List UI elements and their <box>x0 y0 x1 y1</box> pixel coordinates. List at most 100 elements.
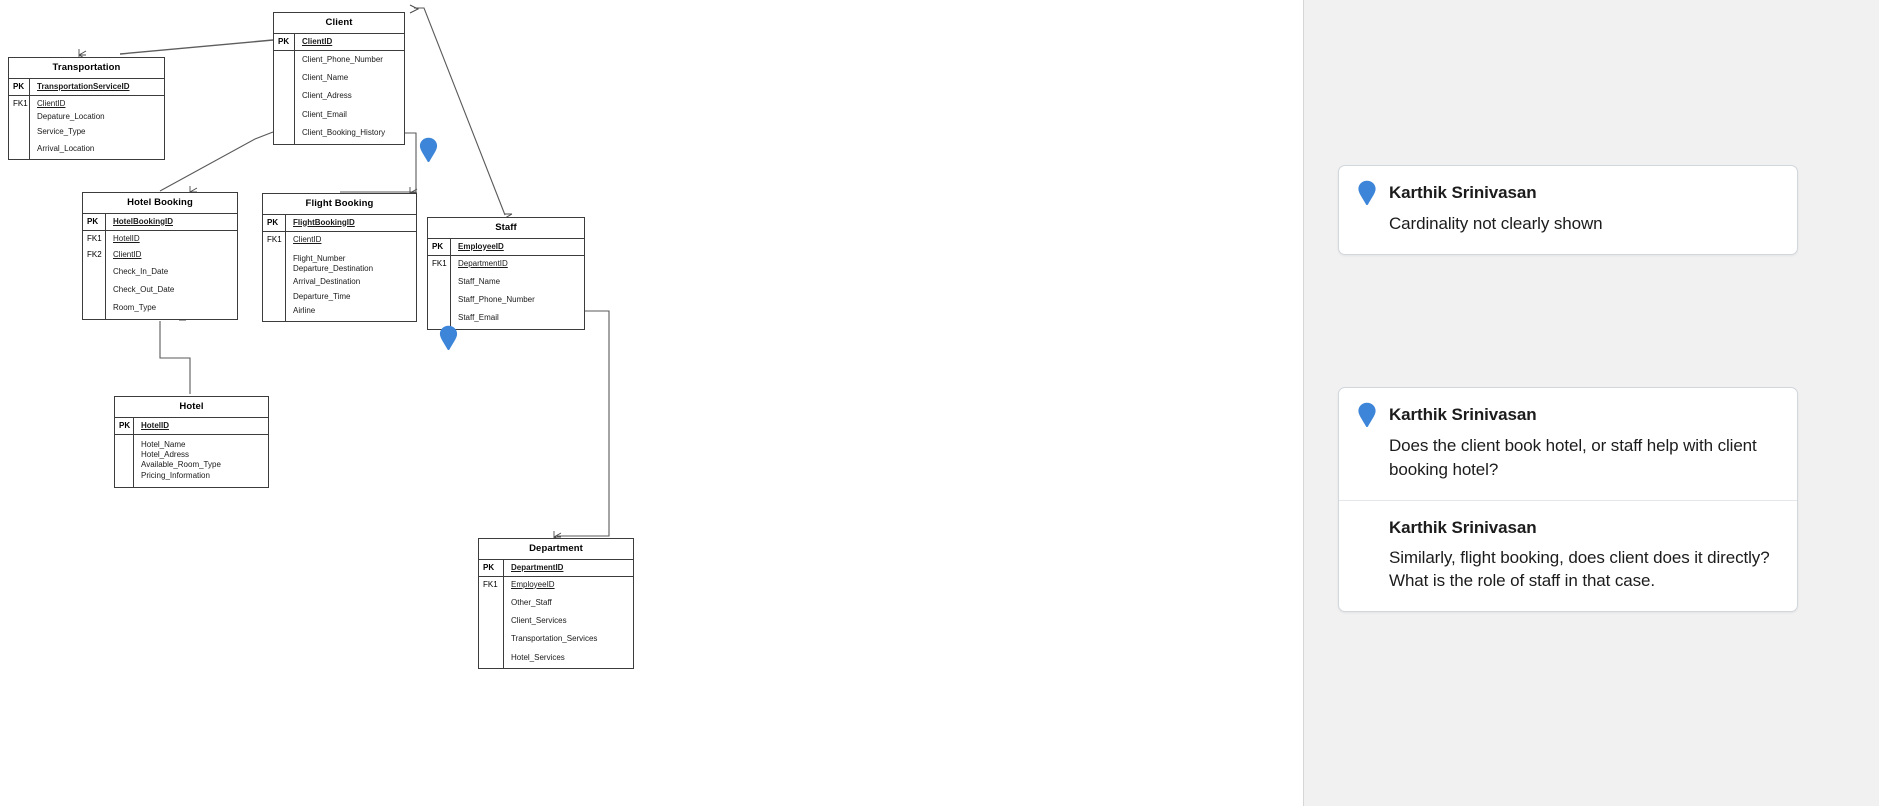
entity-attribute: Hotel_Adress <box>141 449 190 459</box>
entity-title: Transportation <box>9 58 164 79</box>
entity-attribute: Departure_Time <box>293 291 351 301</box>
entity-key-label: PK <box>87 216 99 226</box>
entity-attribute: Client_Booking_History <box>302 128 386 138</box>
entity-attribute: Pricing_Information <box>141 470 210 480</box>
comments-sidebar: Karthik Srinivasan Cardinality not clear… <box>1303 0 1879 806</box>
entity-fk-row: FK1 ClientID Flight_Number Departure_Des… <box>263 231 416 322</box>
entity-pk-field: ClientID <box>302 36 333 46</box>
diagram-canvas[interactable]: Transportation PK TransportationServiceI… <box>0 0 1303 806</box>
entity-key-label-empty <box>274 51 294 67</box>
entity-attribute: Transportation_Services <box>511 634 598 644</box>
comment-text: Similarly, flight booking, does client d… <box>1389 547 1770 591</box>
entity-key-label: FK2 <box>87 249 102 259</box>
entity-pk-field: HotelID <box>141 420 169 430</box>
entity-attribute: Client_Email <box>302 109 347 119</box>
entity-body-section: FK1 EmployeeID Other_Staff Client_Servic… <box>479 576 633 669</box>
entity-pk-row: PK HotelBookingID <box>83 213 237 230</box>
entity-attribute: Check_Out_Date <box>113 284 175 294</box>
entity-attribute: Airline <box>293 306 316 316</box>
entity-pk-section: PK HotelID <box>115 417 268 435</box>
comment-header: Karthik Srinivasan <box>1357 402 1775 428</box>
entity-pk-field: HotelBookingID <box>113 216 173 226</box>
entity-key-label: FK1 <box>483 579 498 589</box>
entity-pk-section: PK TransportationServiceID <box>9 78 164 96</box>
entity-fk-row: FK1 EmployeeID Other_Staff Client_Servic… <box>479 576 633 669</box>
entity-pk-row: PK ClientID <box>274 33 404 50</box>
comment-card[interactable]: Karthik Srinivasan Cardinality not clear… <box>1338 165 1798 255</box>
entity-attribute: Arrival_Destination <box>293 277 361 287</box>
entity-key-label: FK1 <box>267 234 282 244</box>
entity-attribute: Hotel_Name <box>141 439 186 449</box>
entity-attribute: Hotel_Services <box>511 652 565 662</box>
comment-thread-item[interactable]: Karthik Srinivasan Similarly, flight boo… <box>1339 499 1797 612</box>
comment-card[interactable]: Karthik Srinivasan Does the client book … <box>1338 387 1798 613</box>
entity-flight-booking[interactable]: Flight Booking PK FlightBookingID FK1 Cl… <box>262 193 417 323</box>
comment-author: Karthik Srinivasan <box>1389 405 1537 424</box>
map-pin-icon <box>419 137 438 162</box>
entity-fk-row: FK1 DepartmentID Staff_Name Staff_Phone_… <box>428 255 584 329</box>
entity-attribute: Check_In_Date <box>113 266 169 276</box>
entity-pk-section: PK DepartmentID <box>479 559 633 577</box>
entity-pk-row: PK EmployeeID <box>428 238 584 255</box>
comment-pin-marker[interactable] <box>439 325 458 351</box>
entity-attribute: Client_Services <box>511 615 567 625</box>
entity-fk-row: FK1 HotelID <box>83 230 237 247</box>
entity-body-section: FK1 HotelID FK2 ClientID Check_In_Date C… <box>83 230 237 319</box>
application-root: Transportation PK TransportationServiceI… <box>0 0 1879 806</box>
entity-attribute-row: Client_Phone_Number Client_Name Client_A… <box>274 50 404 145</box>
entity-department[interactable]: Department PK DepartmentID FK1 EmployeeI… <box>478 538 634 670</box>
entity-body-section: FK1 ClientID Depature_Location Service_T… <box>9 95 164 160</box>
entity-attribute: Service_Type <box>37 126 86 136</box>
entity-key-label-empty <box>115 435 133 451</box>
comment-author: Karthik Srinivasan <box>1389 183 1537 202</box>
entity-attribute: Other_Staff <box>511 597 552 607</box>
entity-pk-section: PK ClientID <box>274 33 404 51</box>
comment-thread-item[interactable]: Karthik Srinivasan Cardinality not clear… <box>1339 166 1797 254</box>
entity-pk-row: PK FlightBookingID <box>263 214 416 231</box>
entity-attribute: Available_Room_Type <box>141 460 221 470</box>
entity-attribute: Staff_Email <box>458 313 499 323</box>
comment-author: Karthik Srinivasan <box>1389 517 1537 537</box>
entity-attribute: Staff_Name <box>458 276 501 286</box>
entity-pk-field: FlightBookingID <box>293 217 355 227</box>
entity-attribute: Departure_Destination <box>293 263 374 273</box>
entity-title: Department <box>479 539 633 560</box>
entity-attribute: Room_Type <box>113 303 157 313</box>
entity-title: Client <box>274 13 404 34</box>
entity-title: Flight Booking <box>263 194 416 215</box>
entity-key-label: FK1 <box>432 258 447 268</box>
entity-attribute: Flight_Number <box>293 253 346 263</box>
entity-key-label: FK1 <box>87 233 102 243</box>
entity-attribute: Arrival_Location <box>37 143 95 153</box>
entity-pk-row: PK TransportationServiceID <box>9 78 164 95</box>
entity-hotel[interactable]: Hotel PK HotelID Hotel_Name Hotel_Adress… <box>114 396 269 489</box>
entity-pk-section: PK HotelBookingID <box>83 213 237 231</box>
comment-text: Cardinality not clearly shown <box>1389 214 1603 233</box>
entity-pk-section: PK FlightBookingID <box>263 214 416 232</box>
entity-key-label: PK <box>278 36 290 46</box>
entity-key-label: PK <box>483 562 495 572</box>
entity-fk-field: ClientID <box>37 98 66 108</box>
entity-body-section: Client_Phone_Number Client_Name Client_A… <box>274 50 404 145</box>
entity-title: Hotel <box>115 397 268 418</box>
entity-transportation[interactable]: Transportation PK TransportationServiceI… <box>8 57 165 161</box>
entity-staff[interactable]: Staff PK EmployeeID FK1 DepartmentID Sta… <box>427 217 585 330</box>
entity-key-label: PK <box>432 241 444 251</box>
entity-title: Staff <box>428 218 584 239</box>
entity-fk-field: ClientID <box>293 234 322 244</box>
entity-pk-row: PK DepartmentID <box>479 559 633 576</box>
entity-pk-section: PK EmployeeID <box>428 238 584 256</box>
map-pin-icon <box>1357 180 1379 206</box>
comment-pin-marker[interactable] <box>419 137 438 163</box>
entity-client[interactable]: Client PK ClientID Client_Phone_Number C… <box>273 12 405 146</box>
entity-attribute: Client_Phone_Number <box>302 54 383 64</box>
comment-text: Does the client book hotel, or staff hel… <box>1389 436 1757 479</box>
entity-title: Hotel Booking <box>83 193 237 214</box>
entity-hotel-booking[interactable]: Hotel Booking PK HotelBookingID FK1 Hote… <box>82 192 238 320</box>
comment-thread-item[interactable]: Karthik Srinivasan Does the client book … <box>1339 388 1797 500</box>
comment-header: Karthik Srinivasan <box>1357 517 1775 540</box>
entity-attribute: Depature_Location <box>37 111 105 121</box>
entity-key-label: PK <box>267 217 279 227</box>
entity-body-section: FK1 ClientID Flight_Number Departure_Des… <box>263 231 416 322</box>
entity-attribute-row: Hotel_Name Hotel_Adress Available_Room_T… <box>115 434 268 488</box>
